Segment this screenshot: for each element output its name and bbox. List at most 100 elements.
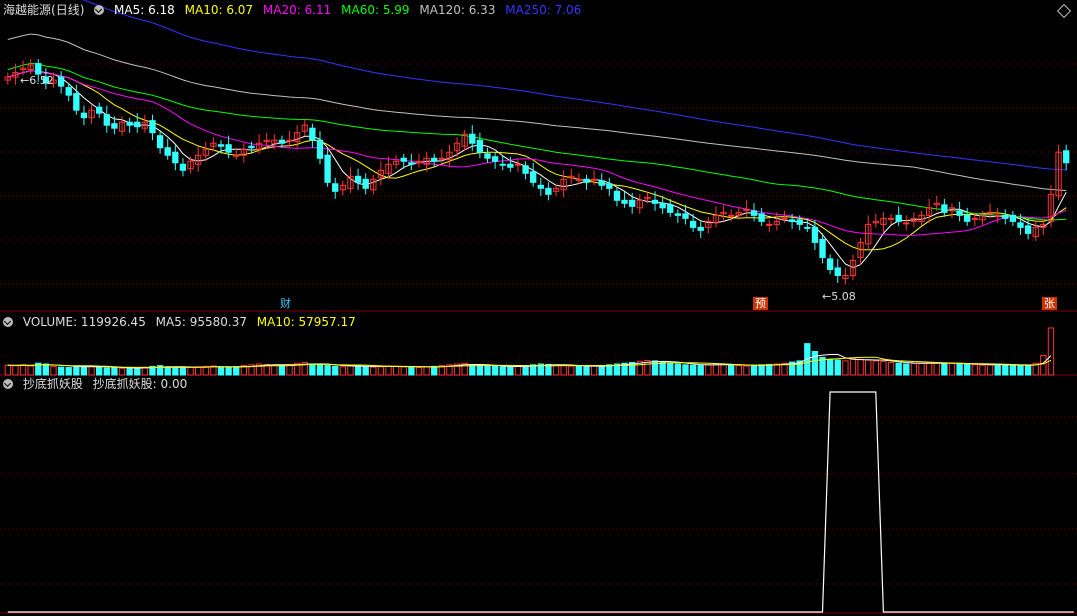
- rise-marker[interactable]: 张: [1042, 297, 1057, 310]
- volume-bar: [286, 364, 293, 376]
- volume-bar: [925, 361, 933, 376]
- volume-bar: [773, 363, 781, 376]
- ma60-label: MA60: 5.99: [341, 3, 410, 17]
- volume-bar: [590, 365, 598, 376]
- low-price-value: 5.08: [831, 290, 856, 303]
- candle-body: [598, 180, 605, 186]
- volume-bar: [697, 365, 704, 376]
- volume-bar: [1017, 365, 1024, 376]
- volume-bar: [134, 368, 141, 376]
- candle-body: [316, 139, 324, 159]
- volume-bar: [1047, 327, 1055, 376]
- volume-bar: [65, 367, 72, 376]
- candle-body: [65, 87, 72, 96]
- candle-body: [804, 226, 811, 229]
- candle-body: [826, 258, 834, 270]
- candle-body: [1002, 214, 1009, 219]
- volume-bar: [682, 364, 689, 376]
- volume-bar: [826, 358, 834, 376]
- candle-body: [476, 139, 484, 153]
- candle-body: [606, 183, 613, 189]
- volume-bar: [126, 367, 133, 376]
- finance-marker[interactable]: 财: [278, 297, 293, 310]
- volume-bar: [118, 367, 126, 376]
- candle-body: [583, 178, 590, 183]
- candle-body: [545, 187, 552, 195]
- volume-ma5-label: MA5: 95580.37: [155, 315, 247, 329]
- candle-body: [651, 199, 659, 204]
- high-price-value: 6.52: [29, 74, 54, 87]
- stock-chart[interactable]: [0, 0, 1077, 616]
- volume-bar: [910, 363, 918, 376]
- volume-bar: [271, 364, 278, 376]
- volume-bar: [187, 366, 194, 376]
- candle-body: [431, 157, 438, 162]
- volume-label: VOLUME: 119926.45: [22, 315, 146, 329]
- price-header: 海越能源(日线) MA5: 6.18 MA10: 6.07 MA20: 6.11…: [3, 2, 587, 18]
- ma20-label: MA20: 6.11: [262, 3, 332, 17]
- candle-body: [689, 220, 697, 228]
- ma-line-ma250: [82, 0, 1067, 171]
- volume-bar: [324, 365, 331, 376]
- indicator-panel-toggle-icon[interactable]: [3, 379, 13, 389]
- candle-body: [484, 153, 491, 159]
- volume-bar: [743, 365, 750, 376]
- forecast-marker[interactable]: 预: [753, 297, 768, 310]
- volume-bar: [1002, 364, 1009, 376]
- volume-bar: [484, 365, 491, 376]
- candle-body: [164, 147, 171, 156]
- candle-body: [895, 214, 902, 222]
- volume-bar: [377, 366, 385, 376]
- candle-body: [286, 139, 293, 142]
- volume-bar: [27, 365, 34, 376]
- candle-body: [324, 154, 331, 183]
- volume-bars: [4, 327, 1055, 376]
- candle-body: [819, 238, 826, 258]
- indicator-signal-line: [7, 391, 1074, 613]
- volume-bar: [507, 366, 514, 376]
- candle-body: [80, 112, 88, 119]
- candle-body: [134, 121, 141, 128]
- indicator-toggle-icon[interactable]: [94, 5, 105, 15]
- volume-bar: [57, 366, 65, 376]
- volume-bar: [179, 367, 187, 376]
- candle-body: [621, 199, 628, 204]
- volume-bar: [979, 364, 986, 376]
- candle-body: [941, 204, 948, 213]
- volume-bar: [415, 367, 423, 376]
- candle-body: [225, 144, 232, 153]
- volume-bar: [758, 364, 765, 376]
- candle-body: [613, 190, 621, 201]
- volume-toggle-icon[interactable]: [3, 317, 13, 327]
- volume-bar: [948, 363, 956, 376]
- candle-body: [408, 162, 415, 165]
- volume-bar: [316, 364, 324, 376]
- candle-body: [788, 219, 796, 222]
- candle-body: [179, 163, 187, 171]
- candle-body: [796, 219, 803, 225]
- candle-body: [994, 214, 1001, 217]
- volume-bar: [50, 365, 57, 376]
- volume-bar: [491, 365, 499, 376]
- low-price-annotation: ←5.08: [822, 290, 856, 303]
- volume-bar: [233, 366, 240, 376]
- candle-body: [126, 121, 133, 126]
- volume-bar: [667, 362, 674, 376]
- volume-bar: [217, 366, 225, 376]
- volume-bar: [12, 365, 19, 376]
- volume-bar: [674, 363, 682, 376]
- candle-body: [111, 123, 118, 129]
- volume-bar: [431, 365, 438, 376]
- candle-body: [507, 163, 514, 168]
- candle-body: [887, 217, 895, 220]
- indicator-name: 抄底抓妖股: [22, 377, 83, 391]
- candle-body: [697, 226, 704, 231]
- volume-bar: [332, 365, 339, 376]
- candle-body: [248, 145, 255, 149]
- candle-body: [674, 213, 682, 216]
- volume-bar: [842, 360, 849, 376]
- volume-bar: [575, 365, 583, 376]
- volume-bar: [392, 365, 400, 376]
- volume-bar: [872, 360, 880, 376]
- candle-body: [530, 171, 537, 183]
